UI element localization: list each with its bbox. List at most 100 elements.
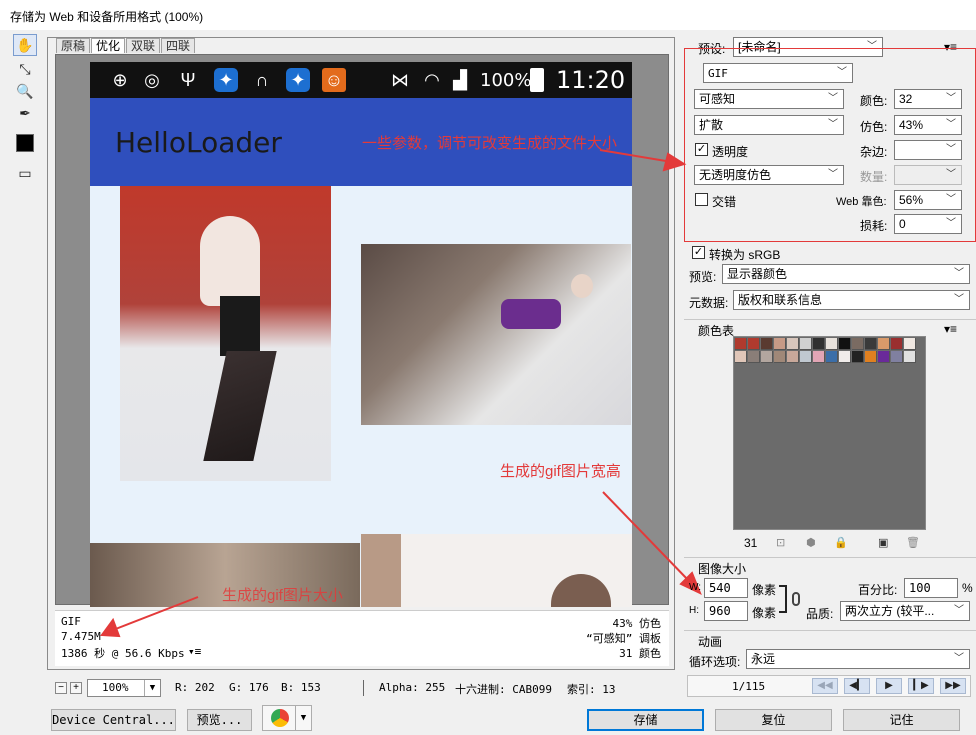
width-label: W: xyxy=(689,582,702,593)
color-table-title: 颜色表 xyxy=(698,324,735,338)
color-swatch[interactable] xyxy=(748,338,760,350)
height-label: H: xyxy=(689,605,699,616)
browser-icon xyxy=(271,709,289,727)
color-swatch[interactable] xyxy=(891,338,903,350)
first-frame-button[interactable]: ◀◀ xyxy=(812,678,838,694)
remember-button[interactable]: 记住 xyxy=(843,709,960,731)
new-color-icon[interactable]: ▣ xyxy=(878,536,888,549)
color-swatch[interactable] xyxy=(839,351,851,363)
matte-select[interactable]: ﹀ xyxy=(894,140,962,160)
color-swatch[interactable] xyxy=(813,338,825,350)
color-swatch[interactable] xyxy=(735,338,747,350)
height-input[interactable]: 960 xyxy=(704,601,748,621)
lossy-select[interactable]: 0 ﹀ xyxy=(894,214,962,234)
loop-select[interactable]: 永远 ﹀ xyxy=(746,649,970,669)
color-swatch[interactable] xyxy=(852,338,864,350)
lossy-value: 0 xyxy=(899,217,906,231)
height-unit: 像素 xyxy=(752,606,777,620)
prev-frame-button[interactable]: ◀▎ xyxy=(844,678,870,694)
color-swatch[interactable] xyxy=(904,351,916,363)
color-swatch[interactable] xyxy=(826,338,838,350)
animation-title: 动画 xyxy=(698,635,723,649)
lock-icon[interactable]: 🔒 xyxy=(834,536,848,549)
quality-value: 两次立方 (较平... xyxy=(845,604,935,618)
color-count: 31 xyxy=(744,536,758,550)
chevron-down-icon: ▼ xyxy=(295,706,311,730)
color-swatch[interactable] xyxy=(761,338,773,350)
dither-algorithm-select[interactable]: 扩散 ﹀ xyxy=(694,115,844,135)
color-hex: 十六进制: CAB099 xyxy=(455,683,552,696)
browser-select[interactable]: ▼ xyxy=(262,705,312,731)
dither-select[interactable]: 43% ﹀ xyxy=(894,115,962,135)
format-value: GIF xyxy=(708,67,728,80)
chevron-down-icon: ﹀ xyxy=(946,169,956,180)
preview-button[interactable]: 预览... xyxy=(187,709,252,731)
color-swatch[interactable] xyxy=(735,351,747,363)
width-input[interactable]: 540 xyxy=(704,578,748,598)
reduction-select[interactable]: 可感知 ﹀ xyxy=(694,89,844,109)
bottom-status-bar: − + 100% ▼ R: 202 G: 176 B: 153 Alpha: 2… xyxy=(47,677,675,701)
web-snap-select[interactable]: 56% ﹀ xyxy=(894,190,962,210)
color-swatch[interactable] xyxy=(787,351,799,363)
color-swatch[interactable] xyxy=(774,351,786,363)
web-snap-label: Web 靠色: xyxy=(836,196,887,208)
reset-button[interactable]: 复位 xyxy=(715,709,832,731)
percent-label: 百分比: xyxy=(858,583,898,597)
transparency-checkbox[interactable]: ✓ xyxy=(695,143,708,156)
interlaced-checkbox[interactable] xyxy=(695,193,708,206)
zoom-out-button[interactable]: − xyxy=(55,682,67,694)
transparency-dither-value: 无透明度仿色 xyxy=(699,168,772,182)
device-central-button[interactable]: Device Central... xyxy=(51,709,176,731)
color-swatch[interactable] xyxy=(787,338,799,350)
transparency-dither-select[interactable]: 无透明度仿色 ﹀ xyxy=(694,165,844,185)
color-swatch[interactable] xyxy=(800,338,812,350)
colors-label: 颜色: xyxy=(860,94,888,108)
color-swatch[interactable] xyxy=(800,351,812,363)
chevron-down-icon: ﹀ xyxy=(946,93,956,104)
matte-label: 杂边: xyxy=(860,145,888,159)
color-swatch[interactable] xyxy=(774,338,786,350)
format-select[interactable]: GIF ﹀ xyxy=(703,63,853,83)
transparency-label: 透明度 xyxy=(712,145,749,159)
animation-controls: 1/115 ◀◀ ◀▎ ▶ ▎▶ ▶▶ xyxy=(687,675,971,697)
preview-mode-select[interactable]: 显示器颜色 ﹀ xyxy=(722,264,970,284)
color-swatch[interactable] xyxy=(878,338,890,350)
color-swatch[interactable] xyxy=(761,351,773,363)
color-swatch[interactable] xyxy=(748,351,760,363)
amount-select: ﹀ xyxy=(894,165,962,185)
zoom-select[interactable]: 100% ▼ xyxy=(87,679,161,697)
colors-select[interactable]: 32 ﹀ xyxy=(894,89,962,109)
color-alpha: Alpha: 255 xyxy=(379,681,446,694)
metadata-select[interactable]: 版权和联系信息 ﹀ xyxy=(733,290,970,310)
quality-select[interactable]: 两次立方 (较平... ﹀ xyxy=(840,601,970,621)
cube-icon[interactable]: ⬢ xyxy=(806,536,816,549)
color-swatch[interactable] xyxy=(826,351,838,363)
chevron-down-icon: ﹀ xyxy=(946,218,956,229)
link-icon[interactable] xyxy=(792,592,800,606)
percent-input[interactable]: 100 xyxy=(904,578,958,598)
color-table[interactable] xyxy=(733,336,926,530)
convert-srgb-checkbox[interactable]: ✓ xyxy=(692,246,705,259)
chevron-down-icon: ﹀ xyxy=(954,605,964,616)
color-swatch[interactable] xyxy=(865,338,877,350)
color-swatch[interactable] xyxy=(852,351,864,363)
color-swatch[interactable] xyxy=(813,351,825,363)
color-swatch[interactable] xyxy=(878,351,890,363)
color-b: B: 153 xyxy=(281,681,321,694)
amount-label: 数量: xyxy=(860,170,888,184)
play-button[interactable]: ▶ xyxy=(876,678,902,694)
web-shift-icon[interactable]: ⊡ xyxy=(776,536,785,549)
last-frame-button[interactable]: ▶▶ xyxy=(940,678,966,694)
interlaced-label: 交错 xyxy=(712,195,737,209)
save-button[interactable]: 存储 xyxy=(587,709,704,731)
zoom-in-button[interactable]: + xyxy=(70,682,82,694)
color-swatch[interactable] xyxy=(865,351,877,363)
chevron-down-icon: ﹀ xyxy=(954,268,964,279)
next-frame-button[interactable]: ▎▶ xyxy=(908,678,934,694)
trash-icon[interactable]: 🗑 xyxy=(906,536,920,549)
color-swatch[interactable] xyxy=(891,351,903,363)
color-swatch[interactable] xyxy=(904,338,916,350)
color-swatch[interactable] xyxy=(839,338,851,350)
zoom-value: 100% xyxy=(102,681,129,694)
color-table-menu-icon[interactable]: ▾≡ xyxy=(944,322,957,336)
